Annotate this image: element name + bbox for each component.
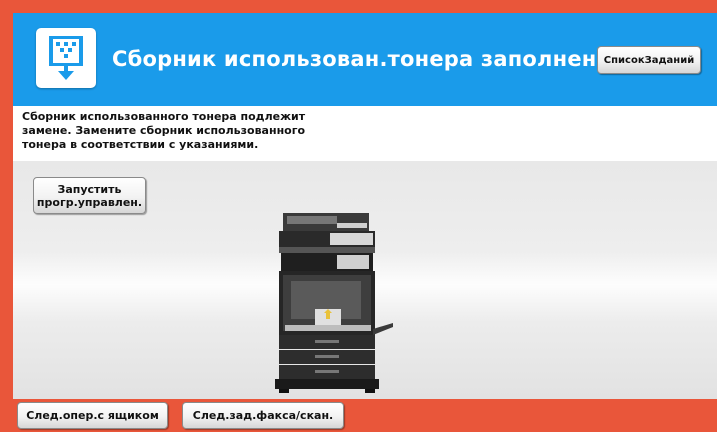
- remote-panel-label: Запустить прогр.управлен.: [36, 182, 143, 209]
- next-tray-job-button[interactable]: След.опер.с ящиком: [17, 402, 168, 429]
- job-list-button[interactable]: СписокЗаданий: [597, 46, 701, 74]
- waste-toner-icon: [36, 28, 96, 88]
- next-fax-scan-job-button[interactable]: След.зад.факса/скан.: [182, 402, 344, 429]
- alert-message: Сборник использованного тонера подлежит …: [22, 110, 306, 151]
- alert-panel: Сборник использован.тонера заполнен. Спи…: [13, 13, 717, 399]
- alert-header: Сборник использован.тонера заполнен. Спи…: [13, 13, 717, 106]
- alert-title: Сборник использован.тонера заполнен.: [112, 47, 605, 71]
- mfp-printer-image: [275, 213, 395, 397]
- bottom-action-bar: След.опер.с ящиком След.зад.факса/скан.: [13, 399, 717, 432]
- remote-panel-button[interactable]: Запустить прогр.управлен.: [33, 177, 146, 214]
